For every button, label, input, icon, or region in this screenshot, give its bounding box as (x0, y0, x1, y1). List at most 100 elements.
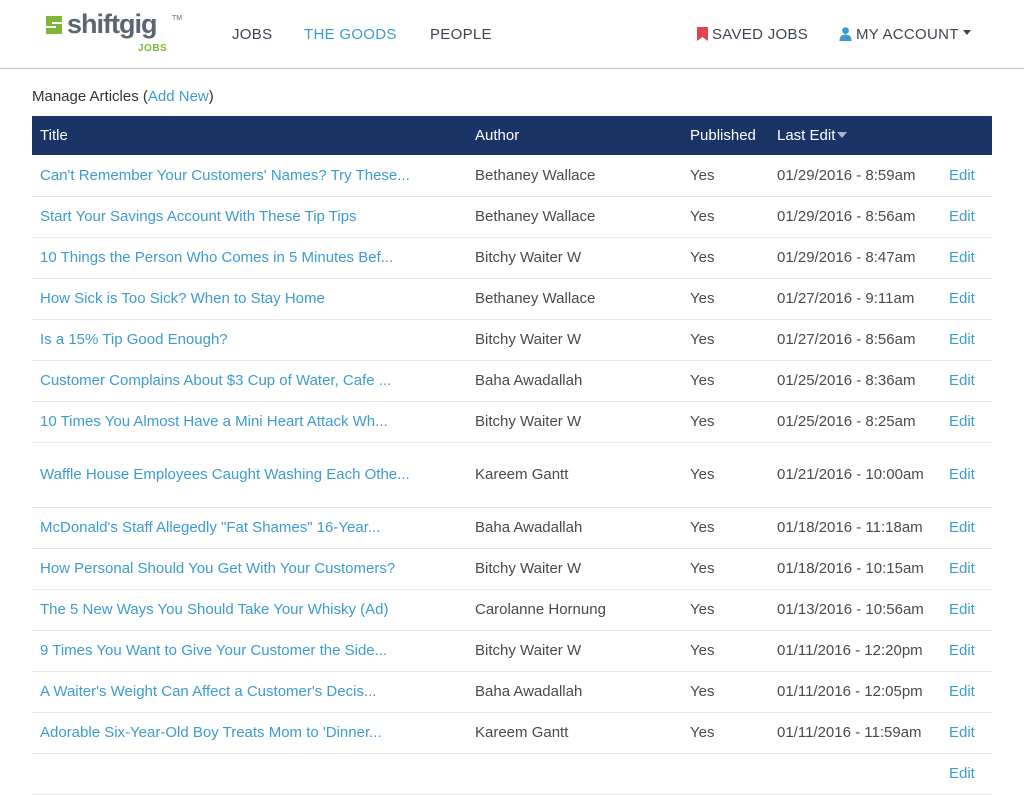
edit-article-link[interactable]: Edit (949, 331, 975, 348)
edit-article-link[interactable]: Edit (949, 249, 975, 266)
edit-article-link[interactable]: Edit (949, 683, 975, 700)
article-published-cell: Yes (682, 278, 769, 320)
article-last-edit-cell: 01/25/2016 - 8:25am (769, 401, 949, 443)
article-title-link[interactable]: Start Your Savings Account With These Ti… (40, 208, 357, 225)
article-published-cell: Yes (682, 442, 769, 508)
article-title-link[interactable]: Is a 15% Tip Good Enough? (40, 331, 228, 348)
article-title-cell: Start Your Savings Account With These Ti… (32, 196, 467, 238)
article-published-cell: Yes (682, 507, 769, 549)
edit-article-link[interactable]: Edit (949, 290, 975, 307)
article-published-cell: Yes (682, 237, 769, 279)
column-header-published[interactable]: Published (682, 116, 769, 155)
article-title-cell: How Sick is Too Sick? When to Stay Home (32, 278, 467, 320)
article-title-link[interactable]: McDonald's Staff Allegedly "Fat Shames" … (40, 519, 380, 536)
article-title-cell: McDonald's Staff Allegedly "Fat Shames" … (32, 507, 467, 549)
edit-article-link[interactable]: Edit (949, 413, 975, 430)
edit-article-link[interactable]: Edit (949, 601, 975, 618)
article-edit-cell: Edit (949, 155, 992, 197)
article-title-cell: 10 Things the Person Who Comes in 5 Minu… (32, 237, 467, 279)
article-edit-cell: Edit (949, 548, 992, 590)
article-title-link[interactable]: Customer Complains About $3 Cup of Water… (40, 372, 391, 389)
article-title-link[interactable]: Waffle House Employees Caught Washing Ea… (40, 466, 410, 483)
article-title-link[interactable]: The 5 New Ways You Should Take Your Whis… (40, 601, 389, 618)
article-title-link[interactable]: 9 Times You Want to Give Your Customer t… (40, 642, 387, 659)
edit-article-link[interactable]: Edit (949, 466, 975, 483)
article-title-cell: A Waiter's Weight Can Affect a Customer'… (32, 671, 467, 713)
article-edit-cell: Edit (949, 278, 992, 320)
article-edit-cell: Edit (949, 671, 992, 713)
article-title-link[interactable]: Adorable Six-Year-Old Boy Treats Mom to … (40, 724, 382, 741)
nav-the-goods[interactable]: THE GOODS (304, 26, 397, 43)
article-edit-cell: Edit (949, 360, 992, 402)
article-title-link[interactable]: Can't Remember Your Customers' Names? Tr… (40, 167, 410, 184)
article-last-edit-cell: 01/27/2016 - 9:11am (769, 278, 949, 320)
article-title-cell (32, 753, 467, 795)
edit-article-link[interactable]: Edit (949, 642, 975, 659)
article-title-link[interactable]: 10 Things the Person Who Comes in 5 Minu… (40, 249, 393, 266)
article-published-cell: Yes (682, 155, 769, 197)
table-row: 9 Times You Want to Give Your Customer t… (32, 630, 992, 672)
article-published-cell: Yes (682, 319, 769, 361)
article-author-cell: Kareem Gantt (467, 442, 682, 508)
article-title-link[interactable]: A Waiter's Weight Can Affect a Customer'… (40, 683, 376, 700)
article-last-edit-cell: 01/29/2016 - 8:47am (769, 237, 949, 279)
table-row: A Waiter's Weight Can Affect a Customer'… (32, 671, 992, 713)
table-row: Is a 15% Tip Good Enough? Bitchy Waiter … (32, 319, 992, 361)
bookmark-icon (697, 27, 708, 41)
column-header-last-edit[interactable]: Last Edit (769, 116, 949, 155)
article-author-cell: Bitchy Waiter W (467, 630, 682, 672)
article-published-cell (682, 753, 769, 795)
edit-article-link[interactable]: Edit (949, 560, 975, 577)
article-author-cell: Carolanne Hornung (467, 589, 682, 631)
chevron-down-icon (962, 29, 971, 35)
table-row: How Sick is Too Sick? When to Stay Home … (32, 278, 992, 320)
nav-saved-jobs[interactable]: SAVED JOBS (697, 26, 808, 43)
table-row: Edit (32, 753, 992, 795)
edit-article-link[interactable]: Edit (949, 167, 975, 184)
edit-article-link[interactable]: Edit (949, 372, 975, 389)
table-row: Customer Complains About $3 Cup of Water… (32, 360, 992, 402)
article-title-cell: 9 Times You Want to Give Your Customer t… (32, 630, 467, 672)
article-published-cell: Yes (682, 630, 769, 672)
article-title-link[interactable]: How Sick is Too Sick? When to Stay Home (40, 290, 325, 307)
page-title: Manage Articles (Add New) (32, 88, 214, 105)
article-edit-cell: Edit (949, 401, 992, 443)
edit-article-link[interactable]: Edit (949, 208, 975, 225)
table-row: The 5 New Ways You Should Take Your Whis… (32, 589, 992, 631)
article-last-edit-cell: 01/29/2016 - 8:56am (769, 196, 949, 238)
article-title-cell: Waffle House Employees Caught Washing Ea… (32, 442, 467, 508)
article-edit-cell: Edit (949, 319, 992, 361)
nav-people[interactable]: PEOPLE (430, 26, 492, 43)
article-last-edit-cell: 01/11/2016 - 12:05pm (769, 671, 949, 713)
edit-article-link[interactable]: Edit (949, 724, 975, 741)
edit-article-link[interactable]: Edit (949, 519, 975, 536)
column-header-title[interactable]: Title (32, 116, 467, 155)
articles-table: Title Author Published Last Edit Can't R… (32, 116, 992, 795)
article-title-cell: Is a 15% Tip Good Enough? (32, 319, 467, 361)
article-last-edit-cell: 01/11/2016 - 11:59am (769, 712, 949, 754)
article-title-cell: Customer Complains About $3 Cup of Water… (32, 360, 467, 402)
article-title-link[interactable]: How Personal Should You Get With Your Cu… (40, 560, 395, 577)
shiftgig-logo[interactable]: shiftgig TM JOBS (42, 9, 182, 59)
brand-name: shiftgig (67, 9, 157, 39)
column-header-author[interactable]: Author (467, 116, 682, 155)
article-published-cell: Yes (682, 548, 769, 590)
article-edit-cell: Edit (949, 196, 992, 238)
article-author-cell: Bitchy Waiter W (467, 319, 682, 361)
page-title-suffix: ) (208, 88, 214, 105)
article-title-cell: Adorable Six-Year-Old Boy Treats Mom to … (32, 712, 467, 754)
article-last-edit-cell: 01/21/2016 - 10:00am (769, 442, 949, 508)
article-title-link[interactable]: 10 Times You Almost Have a Mini Heart At… (40, 413, 388, 430)
brand-subtitle: JOBS (138, 43, 168, 54)
nav-jobs[interactable]: JOBS (232, 26, 272, 43)
table-row: Can't Remember Your Customers' Names? Tr… (32, 155, 992, 197)
article-author-cell (467, 753, 682, 795)
article-edit-cell: Edit (949, 712, 992, 754)
nav-my-account[interactable]: MY ACCOUNT (839, 26, 971, 43)
add-new-article-link[interactable]: Add New (148, 88, 209, 105)
table-row: 10 Times You Almost Have a Mini Heart At… (32, 401, 992, 443)
column-header-last-edit-label: Last Edit (777, 127, 836, 144)
article-last-edit-cell: 01/13/2016 - 10:56am (769, 589, 949, 631)
article-published-cell: Yes (682, 671, 769, 713)
article-last-edit-cell: 01/29/2016 - 8:59am (769, 155, 949, 197)
